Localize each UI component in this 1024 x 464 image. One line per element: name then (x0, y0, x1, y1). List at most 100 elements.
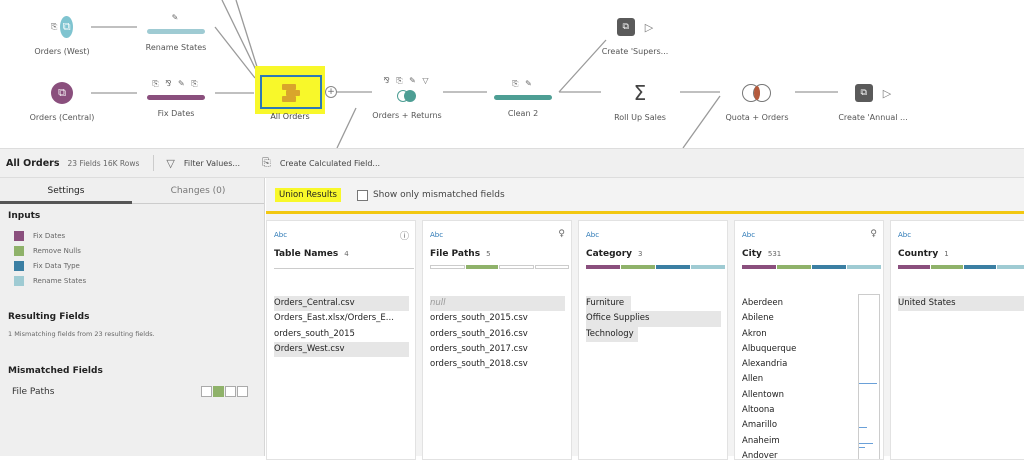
create-calculated-field-button[interactable]: ⎘ Create Calculated Field... (262, 156, 380, 170)
tab-changes[interactable]: Changes (0) (132, 178, 264, 204)
value-item[interactable]: Aberdeen (742, 296, 854, 311)
value-item[interactable]: orders_south_2017.csv (430, 342, 565, 357)
value-item[interactable]: Orders_Central.csv (274, 296, 409, 312)
node-label: Fix Dates (157, 109, 195, 118)
value-list: Furniture Office Supplies Technology (586, 296, 721, 342)
input-item-fix-dates[interactable]: Fix Dates (14, 228, 264, 243)
node-label: Rename States (145, 43, 207, 52)
value-item[interactable]: Allentown (742, 388, 854, 403)
value-item[interactable]: Altoona (742, 403, 854, 418)
mismatched-field-row[interactable]: File Paths (12, 386, 248, 397)
node-orders-west[interactable]: ⎘ ⧉ Orders (West) (7, 16, 117, 56)
lightbulb-icon[interactable]: ♀ (870, 229, 877, 239)
add-step-icon[interactable]: + (325, 86, 337, 98)
node-create-annual[interactable]: ⧉ ▷ Create 'Annual ... (818, 82, 928, 122)
value-item[interactable]: Anaheim (742, 434, 854, 449)
field-name-text: Country (898, 249, 939, 259)
node-label: Create 'Supers... (601, 47, 669, 56)
value-item[interactable]: Andover (742, 449, 854, 464)
data-type-label: Abc (430, 231, 444, 239)
mismatched-fields-title: Mismatched Fields (8, 366, 103, 376)
rename-icon: ✎ (171, 13, 181, 22)
value-item[interactable]: orders_south_2015.csv (430, 311, 565, 326)
value-item[interactable]: orders_south_2015 (274, 327, 409, 342)
toolbar-divider (153, 155, 155, 171)
node-label: Create 'Annual ... (838, 113, 908, 122)
value-item[interactable]: Allen (742, 372, 854, 387)
union-icon (282, 82, 300, 102)
value-item[interactable]: Technology (586, 326, 638, 342)
lightbulb-icon[interactable]: ♀ (558, 229, 565, 239)
settings-tabs: Settings Changes (0) (0, 178, 264, 204)
inputs-title: Inputs (8, 211, 41, 221)
clean-step-bar (147, 95, 205, 100)
value-item[interactable]: Alexandria (742, 357, 854, 372)
field-name: City 531 (742, 249, 781, 259)
data-type-label: Abc (742, 231, 756, 239)
distribution-bar (898, 265, 1024, 269)
union-results-label: Union Results (275, 188, 341, 202)
run-icon[interactable]: ▷ (883, 87, 891, 100)
node-rename-states-wrap: ✎ (121, 12, 231, 34)
field-name: Table Names 4 (274, 249, 349, 259)
resulting-fields-title: Resulting Fields (8, 312, 90, 322)
create-calculated-field-label: Create Calculated Field... (279, 158, 381, 168)
output-icon: ⧉ (854, 84, 873, 102)
change-icons: ⎘ ⅋ ✎ ⎘ (152, 79, 200, 88)
join-icon (741, 82, 773, 104)
run-icon[interactable]: ▷ (645, 21, 653, 34)
input-item-rename-states[interactable]: Rename States (14, 273, 264, 288)
info-icon[interactable]: ⓘ (400, 229, 409, 242)
show-mismatched-checkbox[interactable] (356, 189, 368, 201)
node-orders-west-icons: ⎘ ⧉ (51, 16, 73, 38)
flow-canvas[interactable]: ⎘ ⧉ Orders (West) ✎ Rename States ⧉ ▷ Cr… (0, 0, 1024, 148)
input-label: Remove Nulls (33, 246, 81, 255)
value-item[interactable]: null (430, 296, 565, 312)
node-roll-up-sales[interactable]: Σ Roll Up Sales (585, 81, 695, 122)
node-quota-orders[interactable]: Quota + Orders (702, 82, 812, 122)
node-clean-2[interactable]: ⎘ ✎ Clean 2 (468, 78, 578, 118)
field-card-category[interactable]: Abc Category 3 Furniture Office Supplies … (578, 220, 728, 460)
input-item-fix-data-type[interactable]: Fix Data Type (14, 258, 264, 273)
field-distinct-count: 531 (767, 250, 782, 258)
distribution-bar (586, 265, 726, 269)
step-toolbar: All Orders 23 Fields 16K Rows ▽ Filter V… (0, 148, 1024, 178)
node-rename-states[interactable]: ✎ Rename States (121, 12, 231, 52)
value-item[interactable]: Akron (742, 327, 854, 342)
value-item[interactable]: Office Supplies (586, 311, 721, 327)
value-item[interactable]: orders_south_2016.csv (430, 327, 565, 342)
field-distinct-count: 1 (944, 250, 949, 258)
tab-settings[interactable]: Settings (0, 178, 132, 204)
node-clean-2-wrap: ⎘ ✎ (468, 78, 578, 100)
value-item[interactable]: orders_south_2018.csv (430, 357, 565, 372)
value-item[interactable]: Orders_West.csv (274, 341, 409, 358)
field-card-file-paths[interactable]: Abc ♀ File Paths 5 null orders_south_2015… (422, 220, 572, 460)
histogram-mark (859, 383, 877, 384)
node-fix-dates[interactable]: ⎘ ⅋ ✎ ⎘ Fix Dates (121, 78, 231, 118)
input-item-remove-nulls[interactable]: Remove Nulls (14, 243, 264, 258)
value-item[interactable]: Abilene (742, 311, 854, 326)
field-card-country[interactable]: Abc Country 1 United States (890, 220, 1024, 460)
value-list: null orders_south_2015.csv orders_south_… (430, 296, 565, 372)
node-create-supers-icons: ⧉ ▷ (605, 16, 665, 38)
node-orders-returns[interactable]: ⅋ ⎘ ✎ ▽ Orders + Returns (352, 76, 462, 120)
data-type-label: Abc (898, 231, 912, 239)
input-file-icon: ⧉ (51, 82, 73, 104)
city-scroll-histogram[interactable] (858, 294, 880, 459)
value-item[interactable]: United States (898, 296, 1024, 312)
node-all-orders[interactable] (260, 75, 322, 109)
value-item[interactable]: Furniture (586, 296, 631, 312)
node-label: Orders (Central) (29, 113, 95, 122)
value-item[interactable]: Albuquerque (742, 342, 854, 357)
show-mismatched-label[interactable]: Show only mismatched fields (373, 190, 505, 200)
filter-values-button[interactable]: ▽ Filter Values... (166, 157, 240, 170)
node-orders-central[interactable]: ⧉ Orders (Central) (7, 82, 117, 122)
value-item[interactable]: Orders_East.xlsx/Orders_E... (274, 311, 409, 326)
union-results-pane: Union Results Show only mismatched field… (266, 178, 1024, 461)
field-name: File Paths 5 (430, 249, 491, 259)
field-card-city[interactable]: Abc ♀ City 531 Aberdeen Abilene Akron Alb… (734, 220, 884, 461)
field-distinct-count: 3 (638, 250, 643, 258)
value-item[interactable]: Amarillo (742, 418, 854, 433)
field-card-table-names[interactable]: Abc ⓘ Table Names 4 Orders_Central.csv Or… (266, 220, 416, 460)
node-create-supers[interactable]: ⧉ ▷ Create 'Supers... (580, 16, 690, 56)
